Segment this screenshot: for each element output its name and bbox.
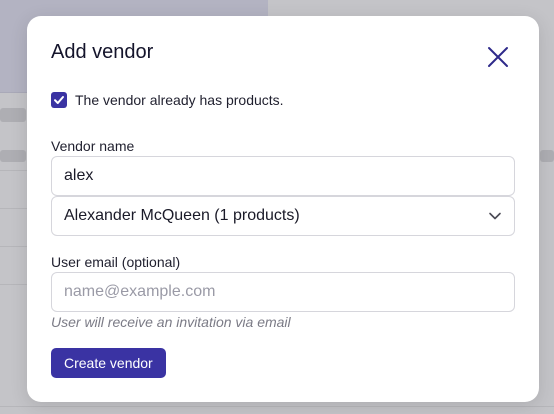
create-vendor-button[interactable]: Create vendor xyxy=(51,348,166,378)
chevron-down-icon xyxy=(489,212,501,220)
background-element xyxy=(0,150,26,162)
background-divider xyxy=(0,170,27,171)
user-email-input[interactable] xyxy=(51,272,515,312)
user-email-label: User email (optional) xyxy=(51,254,181,270)
existing-products-option: The vendor already has products. xyxy=(51,92,284,108)
background-divider xyxy=(0,284,27,285)
background-element xyxy=(540,150,554,162)
vendor-name-label: Vendor name xyxy=(51,138,135,154)
close-button[interactable] xyxy=(482,41,514,73)
background-divider xyxy=(0,406,554,407)
dialog-title: Add vendor xyxy=(51,41,154,63)
vendor-select-value: Alexander McQueen (1 products) xyxy=(64,207,300,224)
background-divider xyxy=(0,246,27,247)
user-email-hint: User will receive an invitation via emai… xyxy=(51,314,291,330)
existing-products-checkbox[interactable] xyxy=(51,92,67,108)
checkmark-icon xyxy=(54,96,64,104)
checkbox-label: The vendor already has products. xyxy=(75,92,284,108)
add-vendor-dialog: Add vendor The vendor already has produc… xyxy=(27,16,539,402)
vendor-select[interactable]: Alexander McQueen (1 products) xyxy=(51,196,515,236)
close-icon xyxy=(488,47,508,67)
vendor-name-input[interactable] xyxy=(51,156,515,196)
background-element xyxy=(0,108,26,122)
background-divider xyxy=(0,208,27,209)
